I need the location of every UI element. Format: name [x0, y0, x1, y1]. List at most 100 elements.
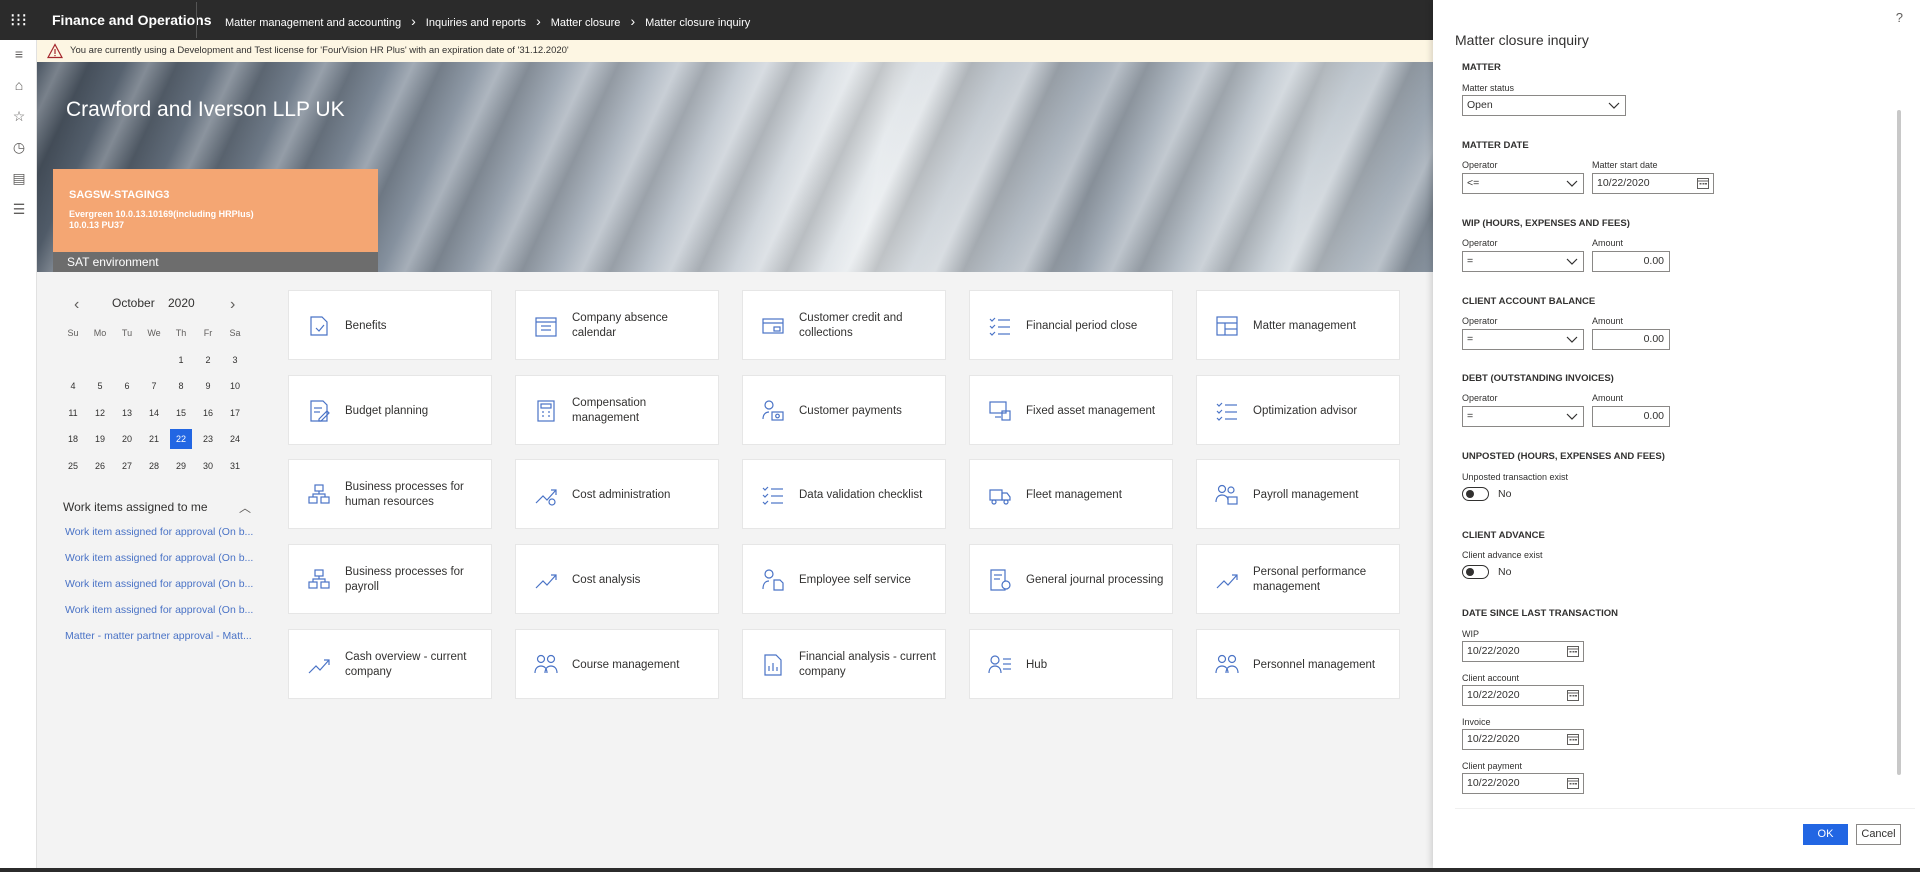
- debt-operator-select[interactable]: =: [1462, 406, 1584, 427]
- matter-status-select[interactable]: Open: [1462, 95, 1626, 116]
- matter-date-operator-select[interactable]: <=: [1462, 173, 1584, 194]
- home-icon[interactable]: ⌂: [11, 77, 27, 93]
- workspace-tile[interactable]: Compensation management: [515, 375, 719, 445]
- workspace-tile[interactable]: Financial period close: [969, 290, 1173, 360]
- calendar-day[interactable]: 12: [89, 403, 111, 423]
- breadcrumb-item[interactable]: Inquiries and reports: [426, 2, 526, 44]
- debt-amount-input[interactable]: 0.00: [1592, 406, 1670, 427]
- hamburger-menu-icon[interactable]: ≡: [11, 46, 27, 62]
- calendar-day[interactable]: 26: [89, 456, 111, 476]
- calendar-day[interactable]: 16: [197, 403, 219, 423]
- workspace-tile[interactable]: Personnel management: [1196, 629, 1400, 699]
- calendar-day[interactable]: 10: [224, 376, 246, 396]
- calendar-icon[interactable]: [1567, 689, 1579, 701]
- wip-amount-input[interactable]: 0.00: [1592, 251, 1670, 272]
- workspace-tile[interactable]: Optimization advisor: [1196, 375, 1400, 445]
- unposted-toggle[interactable]: [1462, 487, 1489, 501]
- client-account-date-input[interactable]: 10/22/2020: [1462, 685, 1584, 706]
- work-item-link[interactable]: Work item assigned for approval (On b...: [65, 578, 255, 590]
- invoice-date-input[interactable]: 10/22/2020: [1462, 729, 1584, 750]
- calendar-day[interactable]: 27: [116, 456, 138, 476]
- calendar-day[interactable]: 8: [170, 376, 192, 396]
- calendar-day[interactable]: 14: [143, 403, 165, 423]
- next-month-button[interactable]: ›: [230, 296, 235, 314]
- wip-date-input[interactable]: 10/22/2020: [1462, 641, 1584, 662]
- client-payment-date-input[interactable]: 10/22/2020: [1462, 773, 1584, 794]
- calendar-day[interactable]: 5: [89, 376, 111, 396]
- calendar-day[interactable]: 31: [224, 456, 246, 476]
- calendar-day-today[interactable]: 22: [170, 429, 192, 449]
- calendar-day[interactable]: 21: [143, 429, 165, 449]
- workspace-tile[interactable]: Business processes for payroll: [288, 544, 492, 614]
- workspace-tile[interactable]: Customer credit and collections: [742, 290, 946, 360]
- workspace-tile[interactable]: Company absence calendar: [515, 290, 719, 360]
- breadcrumb-item[interactable]: Matter management and accounting: [225, 2, 401, 44]
- workspace-tile[interactable]: Fixed asset management: [969, 375, 1173, 445]
- app-launcher-icon[interactable]: ⁝⁝⁝: [0, 0, 37, 40]
- calendar-icon[interactable]: [1567, 777, 1579, 789]
- calendar-icon[interactable]: [1567, 733, 1579, 745]
- breadcrumb-item[interactable]: Matter closure inquiry: [645, 2, 750, 44]
- app-brand[interactable]: Finance and Operations: [52, 0, 211, 40]
- chevron-up-icon[interactable]: ︿: [239, 499, 251, 516]
- work-item-link[interactable]: Matter - matter partner approval - Matt.…: [65, 630, 255, 642]
- calendar-day[interactable]: 29: [170, 456, 192, 476]
- calendar-day[interactable]: 1: [170, 350, 192, 370]
- matter-start-date-input[interactable]: 10/22/2020: [1592, 173, 1714, 194]
- workspace-tile[interactable]: Customer payments: [742, 375, 946, 445]
- calendar-day[interactable]: 23: [197, 429, 219, 449]
- calendar-day[interactable]: 7: [143, 376, 165, 396]
- calendar-day[interactable]: 9: [197, 376, 219, 396]
- favorites-star-icon[interactable]: ☆: [11, 108, 27, 124]
- workspace-tile[interactable]: Benefits: [288, 290, 492, 360]
- work-item-link[interactable]: Work item assigned for approval (On b...: [65, 604, 255, 616]
- client-balance-amount-input[interactable]: 0.00: [1592, 329, 1670, 350]
- cancel-button[interactable]: Cancel: [1856, 824, 1901, 845]
- calendar-day[interactable]: 2: [197, 350, 219, 370]
- workspace-tile[interactable]: Financial analysis - current company: [742, 629, 946, 699]
- breadcrumb-item[interactable]: Matter closure: [551, 2, 621, 44]
- calendar-icon[interactable]: [1567, 645, 1579, 657]
- workspace-tile[interactable]: Cost analysis: [515, 544, 719, 614]
- calendar-day[interactable]: 11: [62, 403, 84, 423]
- calendar-day[interactable]: 19: [89, 429, 111, 449]
- client-balance-operator-select[interactable]: =: [1462, 329, 1584, 350]
- work-item-link[interactable]: Work item assigned for approval (On b...: [65, 552, 255, 564]
- calendar-day[interactable]: 18: [62, 429, 84, 449]
- workspace-tile[interactable]: General journal processing: [969, 544, 1173, 614]
- calendar-day[interactable]: 24: [224, 429, 246, 449]
- wip-operator-select[interactable]: =: [1462, 251, 1584, 272]
- calendar-day[interactable]: 17: [224, 403, 246, 423]
- ok-button[interactable]: OK: [1803, 824, 1848, 845]
- calendar-day[interactable]: 30: [197, 456, 219, 476]
- calendar-day[interactable]: 28: [143, 456, 165, 476]
- workspace-tile[interactable]: Data validation checklist: [742, 459, 946, 529]
- workspace-tile[interactable]: Cost administration: [515, 459, 719, 529]
- calendar-day[interactable]: 20: [116, 429, 138, 449]
- workspace-tile[interactable]: Employee self service: [742, 544, 946, 614]
- calendar-day[interactable]: 6: [116, 376, 138, 396]
- workspace-tile[interactable]: Matter management: [1196, 290, 1400, 360]
- modules-list-icon[interactable]: ☰: [11, 201, 27, 217]
- workspaces-icon[interactable]: ▤: [11, 170, 27, 186]
- help-icon[interactable]: ?: [1896, 10, 1903, 25]
- previous-month-button[interactable]: ‹: [74, 296, 79, 314]
- workspace-tile[interactable]: Business processes for human resources: [288, 459, 492, 529]
- workspace-tile[interactable]: Fleet management: [969, 459, 1173, 529]
- work-item-link[interactable]: Work item assigned for approval (On b...: [65, 526, 255, 538]
- workspace-tile[interactable]: Cash overview - current company: [288, 629, 492, 699]
- workspace-tile[interactable]: Personal performance management: [1196, 544, 1400, 614]
- recent-clock-icon[interactable]: ◷: [11, 139, 27, 155]
- calendar-day[interactable]: 13: [116, 403, 138, 423]
- calendar-icon[interactable]: [1697, 177, 1709, 189]
- calendar-day[interactable]: 4: [62, 376, 84, 396]
- panel-scrollbar[interactable]: [1897, 110, 1901, 775]
- workspace-tile[interactable]: Course management: [515, 629, 719, 699]
- client-advance-toggle[interactable]: [1462, 565, 1489, 579]
- workspace-tile[interactable]: Hub: [969, 629, 1173, 699]
- calendar-day[interactable]: 25: [62, 456, 84, 476]
- workspace-tile[interactable]: Payroll management: [1196, 459, 1400, 529]
- calendar-day[interactable]: 15: [170, 403, 192, 423]
- workspace-tile[interactable]: Budget planning: [288, 375, 492, 445]
- calendar-day[interactable]: 3: [224, 350, 246, 370]
